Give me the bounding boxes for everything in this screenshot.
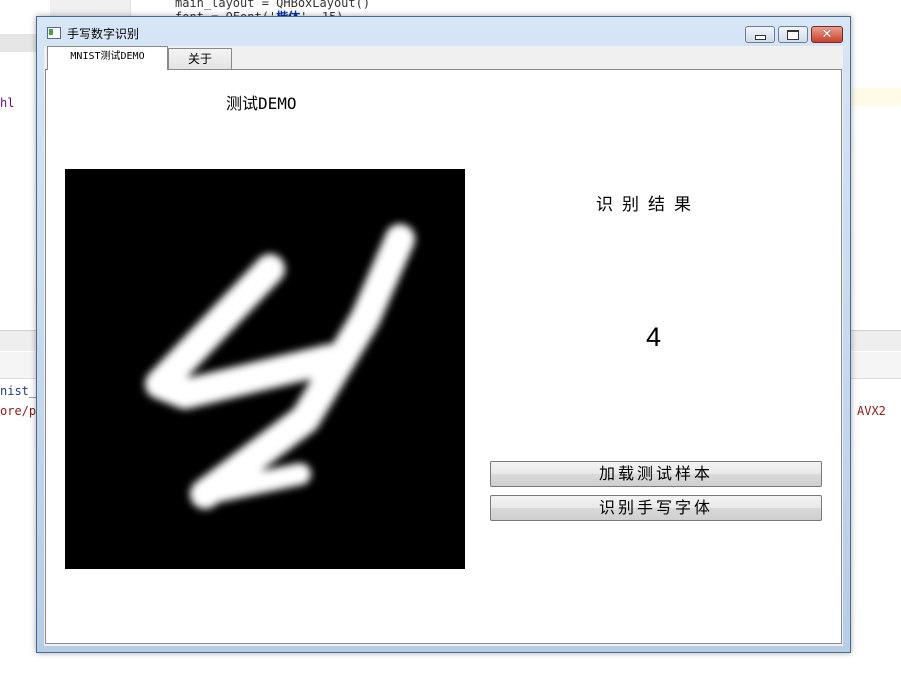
ide-fragment: hl bbox=[0, 96, 15, 110]
close-button[interactable]: ✕ bbox=[811, 26, 843, 43]
minimize-button[interactable] bbox=[745, 26, 775, 43]
recognize-button[interactable]: 识别手写字体 bbox=[490, 495, 822, 521]
tab-panel: 测试DEMO 识别结果 4 加载测试样本 识别手写字体 bbox=[45, 69, 842, 644]
app-window: 手写数字识别 ✕ MNIST测试DEMO 关于 测试DEMO 识别结果 4 加载… bbox=[36, 16, 851, 653]
demo-title: 测试DEMO bbox=[226, 94, 297, 113]
minimize-icon bbox=[754, 35, 766, 40]
result-label: 识别结果 bbox=[596, 195, 700, 215]
app-icon bbox=[47, 27, 61, 39]
close-icon: ✕ bbox=[821, 27, 833, 42]
ide-gutter bbox=[50, 0, 131, 16]
window-client: MNIST测试DEMO 关于 测试DEMO 识别结果 4 加载测试样本 识别手写… bbox=[44, 46, 843, 646]
ide-band bbox=[0, 34, 36, 52]
console-line: AVX2 bbox=[857, 404, 886, 418]
window-title: 手写数字识别 bbox=[67, 27, 140, 41]
tab-about[interactable]: 关于 bbox=[168, 48, 232, 70]
maximize-icon bbox=[787, 29, 799, 40]
load-sample-button[interactable]: 加载测试样本 bbox=[490, 461, 822, 487]
title-bar[interactable]: 手写数字识别 ✕ bbox=[37, 17, 850, 47]
digit-4-drawing bbox=[145, 224, 415, 509]
result-value: 4 bbox=[646, 322, 662, 352]
ide-highlight bbox=[852, 88, 901, 106]
digit-image bbox=[65, 169, 465, 569]
tab-mnist-demo[interactable]: MNIST测试DEMO bbox=[47, 46, 168, 70]
maximize-button[interactable] bbox=[778, 26, 808, 43]
